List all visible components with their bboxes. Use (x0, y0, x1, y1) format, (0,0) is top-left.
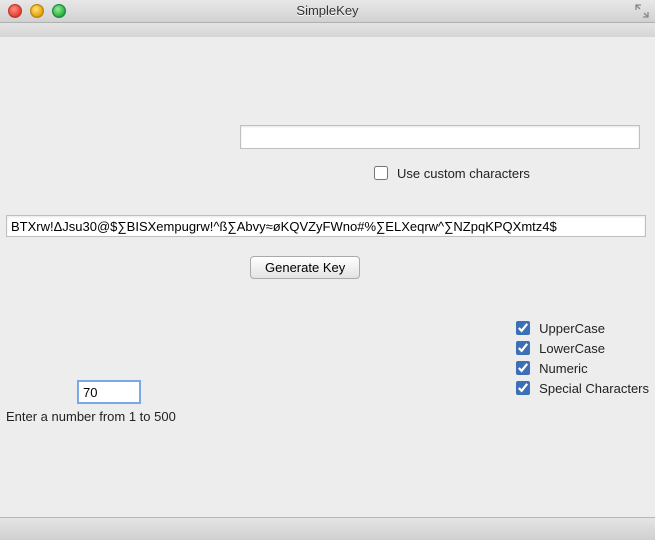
length-hint-label: Enter a number from 1 to 500 (6, 409, 176, 424)
app-window: SimpleKey Use custom characters Generate… (0, 0, 655, 540)
content-area: Use custom characters Generate Key Upper… (0, 37, 655, 518)
toolbar-strip (0, 23, 655, 38)
titlebar: SimpleKey (0, 0, 655, 23)
special-characters-checkbox[interactable] (516, 381, 530, 395)
length-input[interactable] (78, 381, 140, 403)
numeric-label: Numeric (539, 361, 587, 376)
generated-key-output[interactable] (6, 215, 646, 237)
option-special-row: Special Characters (512, 378, 649, 398)
numeric-checkbox[interactable] (516, 361, 530, 375)
custom-characters-input[interactable] (240, 125, 640, 149)
uppercase-checkbox[interactable] (516, 321, 530, 335)
custom-characters-row: Use custom characters (370, 163, 530, 183)
use-custom-characters-checkbox[interactable] (374, 166, 388, 180)
special-characters-label: Special Characters (539, 381, 649, 396)
footer-strip (0, 517, 655, 540)
window-title: SimpleKey (0, 0, 655, 22)
option-lowercase-row: LowerCase (512, 338, 649, 358)
option-uppercase-row: UpperCase (512, 318, 649, 338)
option-numeric-row: Numeric (512, 358, 649, 378)
fullscreen-icon[interactable] (635, 4, 649, 18)
uppercase-label: UpperCase (539, 321, 605, 336)
lowercase-label: LowerCase (539, 341, 605, 356)
generate-key-button[interactable]: Generate Key (250, 256, 360, 279)
use-custom-characters-label: Use custom characters (397, 166, 530, 181)
options-group: UpperCase LowerCase Numeric Special Char… (512, 318, 649, 398)
lowercase-checkbox[interactable] (516, 341, 530, 355)
